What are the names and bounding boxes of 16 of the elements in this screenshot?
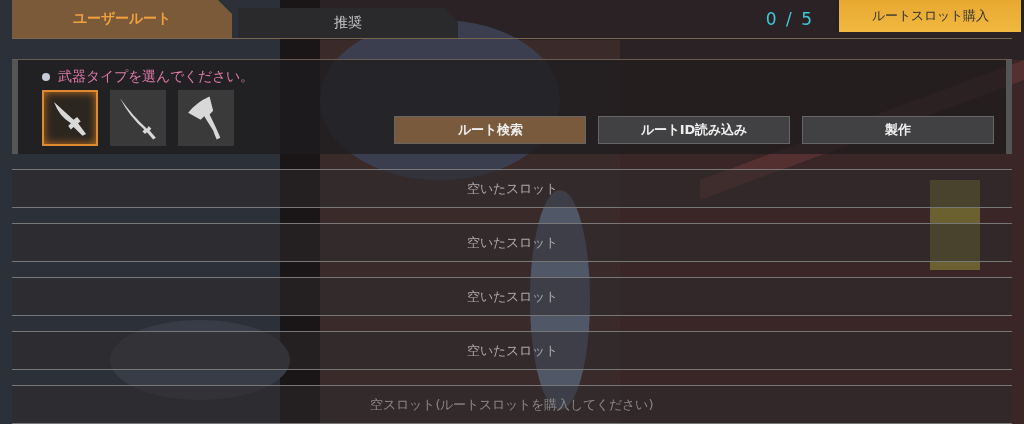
action-button[interactable]: 製作 — [802, 116, 994, 144]
slot-row[interactable]: 空スロット(ルートスロットを購入してください) — [12, 385, 1012, 424]
tab[interactable]: 推奨 — [238, 8, 458, 38]
slot-row[interactable]: 空いたスロット — [12, 331, 1012, 370]
slot-count: 0 / 5 — [765, 9, 814, 29]
slot-row[interactable]: 空いたスロット — [12, 169, 1012, 208]
axe-button[interactable] — [178, 90, 234, 146]
action-button[interactable]: ルートID読み込み — [598, 116, 790, 144]
slot-row[interactable]: 空いたスロット — [12, 277, 1012, 316]
buy-slot-button[interactable]: ルートスロット購入 — [836, 0, 1024, 32]
slot-row[interactable]: 空いたスロット — [12, 223, 1012, 262]
action-button[interactable]: ルート検索 — [394, 116, 586, 144]
knife-button[interactable] — [42, 90, 98, 146]
sword-button[interactable] — [110, 90, 166, 146]
prompt-text: 武器タイプを選んでください。 — [58, 68, 254, 86]
bullet-icon — [42, 73, 50, 81]
